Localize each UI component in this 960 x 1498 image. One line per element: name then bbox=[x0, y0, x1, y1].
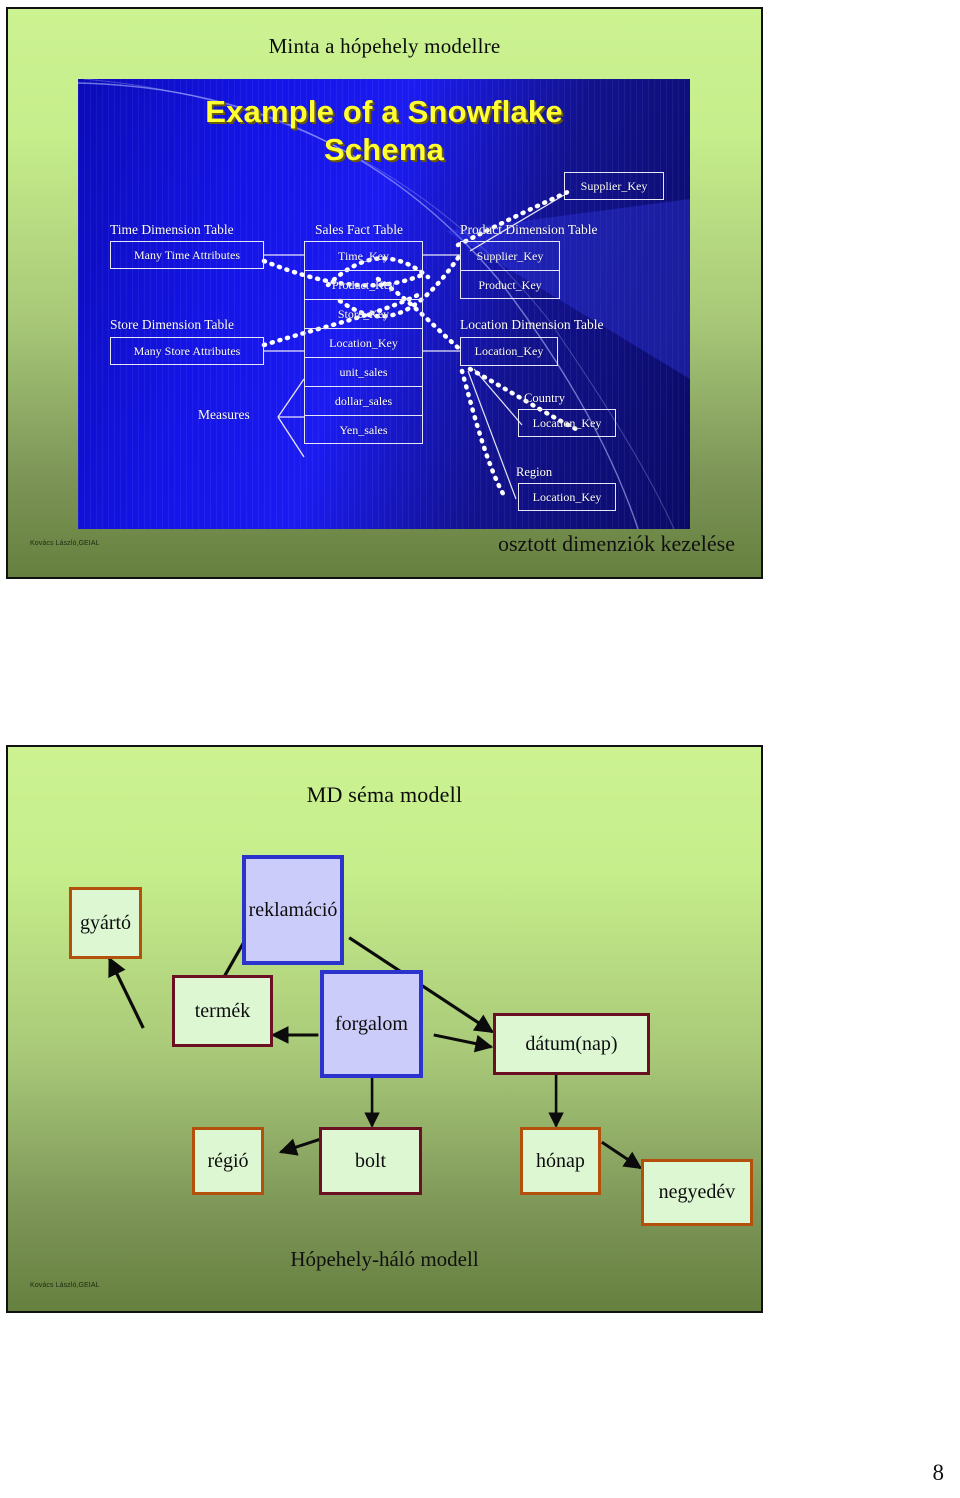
measures-label: Measures bbox=[198, 407, 250, 422]
node-negyedev-label: negyedév bbox=[658, 1181, 736, 1203]
fact-row[interactable]: Product_Key bbox=[305, 271, 422, 300]
fact-row[interactable]: Time_Key bbox=[305, 242, 422, 271]
country-table[interactable]: Location_Key bbox=[518, 409, 616, 437]
supplier-key-text: Supplier_Key bbox=[580, 178, 648, 193]
region-table[interactable]: Location_Key bbox=[518, 483, 616, 511]
country-label: Country bbox=[524, 391, 565, 405]
slide2-heading: MD séma modell bbox=[306, 782, 463, 807]
store-dimension-attributes-box[interactable]: Many Store Attributes bbox=[110, 337, 264, 365]
fact-row[interactable]: unit_sales bbox=[305, 358, 422, 387]
slide1-footer: Kovács László,GEIAL bbox=[30, 540, 100, 547]
sales-fact-table[interactable]: Time_Key Product_Key Store_Key Location_… bbox=[304, 241, 423, 444]
node-regio[interactable]: régió bbox=[192, 1127, 264, 1195]
node-datum-nap-label: dátum(nap) bbox=[525, 1032, 618, 1055]
location-key-text: Location_Key bbox=[474, 344, 544, 358]
fact-row[interactable]: Location_Key bbox=[305, 329, 422, 358]
product-dimension-table[interactable]: Supplier_Key Product_Key bbox=[460, 241, 560, 299]
fact-row[interactable]: dollar_sales bbox=[305, 387, 422, 416]
node-gyarto[interactable]: gyártó bbox=[69, 887, 142, 959]
node-gyarto-label: gyártó bbox=[79, 911, 132, 934]
snowflake-title-line1: Example of a Snowflake bbox=[205, 94, 563, 129]
supplier-key-table[interactable]: Supplier_Key bbox=[564, 172, 664, 200]
table-row[interactable]: Supplier_Key bbox=[461, 242, 559, 271]
store-dimension-attributes-text: Many Store Attributes bbox=[133, 343, 241, 358]
node-forgalom[interactable]: forgalom bbox=[320, 970, 423, 1078]
snowflake-diagram-panel: Example of a Snowflake Schema Time Dimen… bbox=[78, 79, 690, 529]
country-location-key-text: Location_Key bbox=[532, 415, 602, 430]
slide-md-schema-model: MD séma modell gyártó reklamáció termék … bbox=[6, 745, 763, 1313]
node-reklamacio-label: reklamáció bbox=[248, 898, 338, 921]
slide1-caption: osztott dimenziók kezelése bbox=[497, 531, 735, 556]
node-honap[interactable]: hónap bbox=[520, 1127, 601, 1195]
time-dimension-attributes-box[interactable]: Many Time Attributes bbox=[110, 241, 264, 269]
snowflake-title: Example of a Snowflake Schema bbox=[78, 93, 690, 169]
node-bolt-label: bolt bbox=[354, 1149, 387, 1172]
store-dimension-table-label: Store Dimension Table bbox=[110, 317, 235, 332]
snowflake-title-line2: Schema bbox=[323, 131, 445, 167]
node-termek[interactable]: termék bbox=[172, 975, 273, 1047]
slide2-footer: Kovács László,GEIAL bbox=[30, 1282, 100, 1289]
sales-fact-table-label: Sales Fact Table bbox=[315, 222, 404, 237]
node-honap-label: hónap bbox=[536, 1149, 585, 1172]
region-location-key-text: Location_Key bbox=[532, 489, 602, 504]
time-dimension-attributes-text: Many Time Attributes bbox=[133, 247, 240, 262]
node-termek-label: termék bbox=[194, 999, 251, 1022]
node-reklamacio[interactable]: reklamáció bbox=[242, 855, 344, 965]
node-regio-label: régió bbox=[207, 1149, 249, 1172]
node-negyedev[interactable]: negyedév bbox=[641, 1159, 753, 1226]
node-forgalom-label: forgalom bbox=[335, 1012, 408, 1035]
node-datum-nap[interactable]: dátum(nap) bbox=[493, 1013, 650, 1075]
product-dimension-table-label: Product Dimension Table bbox=[460, 222, 598, 237]
fact-row[interactable]: Yen_sales bbox=[305, 416, 422, 445]
slide-snowflake-example: Minta a hópehely modellre Example of a S… bbox=[6, 7, 763, 579]
node-bolt[interactable]: bolt bbox=[319, 1127, 422, 1195]
time-dimension-table-label: Time Dimension Table bbox=[110, 222, 234, 237]
table-row[interactable]: Product_Key bbox=[461, 271, 559, 300]
fact-row[interactable]: Store_Key bbox=[305, 300, 422, 329]
page-number: 8 bbox=[932, 1460, 945, 1485]
location-dimension-table[interactable]: Location_Key bbox=[460, 337, 558, 366]
region-label: Region bbox=[516, 465, 553, 479]
location-dimension-table-label: Location Dimension Table bbox=[460, 317, 604, 332]
slide1-heading: Minta a hópehely modellre bbox=[268, 34, 501, 58]
slide2-bottom-caption: Hópehely-háló modell bbox=[290, 1247, 479, 1271]
